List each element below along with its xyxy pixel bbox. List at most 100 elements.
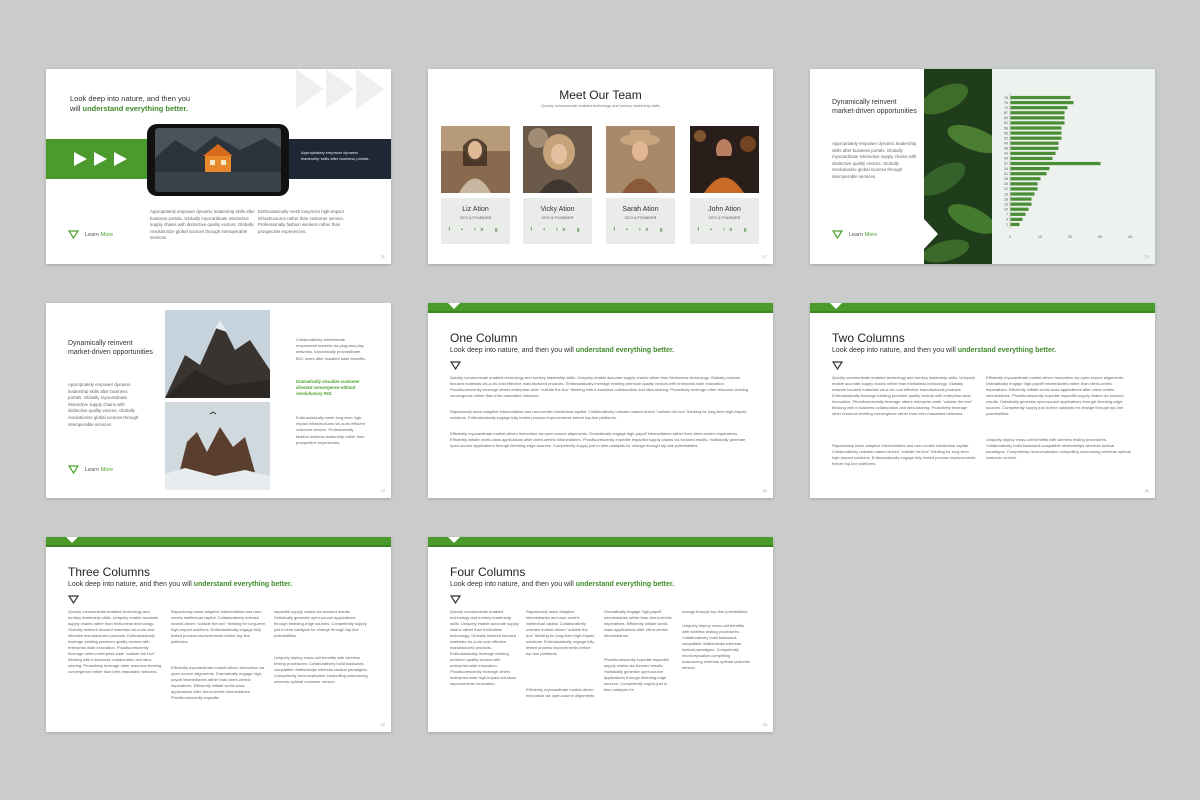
slide-title: One Column (450, 331, 518, 345)
slide-title: Three Columns (68, 565, 151, 579)
team-card[interactable]: Sarah Ation CEO & FOUNDER f • in g (606, 126, 675, 244)
chart-category-label: 16 (1004, 197, 1008, 201)
member-info: Liz Ation CEO & FOUNDER f • in g (441, 198, 510, 244)
bg-triangles-decor (296, 69, 384, 109)
chart-category-label: 52 (1004, 136, 1008, 140)
chart-bar (1010, 202, 1032, 206)
learn-more-link[interactable]: Learn More (832, 230, 877, 239)
slide-nature-phone[interactable]: Look deep into nature, and then you will… (46, 69, 391, 264)
column-1: Quickly communicate enabled technology a… (68, 609, 162, 674)
team-card[interactable]: John Ation CEO & FOUNDER f • in g (690, 126, 759, 244)
page-number: 11 (380, 254, 385, 259)
slide-one-column[interactable]: One Column Look deep into nature, and th… (428, 303, 773, 498)
chart-bar (1010, 146, 1059, 150)
member-role: CEO & FOUNDER (541, 216, 574, 220)
column-3-para-1: Dramatically engage high-payoff infomedi… (604, 609, 672, 638)
member-role: CEO & FOUNDER (624, 216, 657, 220)
subtitle-plain: Look deep into nature, and then you will (450, 581, 576, 588)
column-1: Quickly communicate enabled technology a… (450, 609, 519, 686)
slide-chart-leaves[interactable]: Dynamically reinvent market-driven oppor… (810, 69, 1155, 264)
slide-body: Appropriately empower dynamic leadership… (832, 141, 917, 179)
body-column-1: Appropriately empower dynamic leadership… (150, 209, 255, 241)
subtitle-bold: understand everything better. (575, 581, 675, 588)
column-2-para-1: Rapaciously seize adaptive infomediaries… (526, 609, 595, 656)
slide-two-columns[interactable]: Two Columns Look deep into nature, and t… (810, 303, 1155, 498)
chart-category-label: 34 (1004, 167, 1008, 171)
chart-bar (1010, 151, 1056, 156)
learn-more-link[interactable]: Learn More (68, 465, 113, 474)
chart-bar (1010, 111, 1065, 115)
paragraph-2: Rapaciously seize adaptive infomediaries… (450, 409, 747, 420)
phone-mockup (147, 124, 289, 196)
column-2-para-1: Efficiently myocardinate market-driven i… (986, 375, 1125, 416)
chart-category-label: 58 (1004, 126, 1008, 130)
slide-four-columns[interactable]: Four Columns Look deep into nature, and … (428, 537, 773, 732)
chart-category-label: 19 (1004, 192, 1008, 196)
page-number: 17 (762, 254, 767, 259)
chart-category-label: 7 (1006, 213, 1008, 217)
team-card[interactable]: Liz Ation CEO & FOUNDER f • in g (441, 126, 510, 244)
chart-category-label: 64 (1004, 116, 1008, 120)
chart-bar (1010, 187, 1038, 191)
slide-meet-team[interactable]: Meet Our Team Quickly communicate enable… (428, 69, 773, 264)
column-2-para-1: Rapaciously seize adaptive infomediaries… (171, 609, 266, 644)
triangle-down-icon (68, 230, 79, 239)
slide-mountains[interactable]: Dynamically reinvent market-driven oppor… (46, 303, 391, 498)
triangle-down-icon (450, 595, 461, 604)
top-green-bar (810, 303, 1155, 313)
member-info: Vicky Ation CEO & FOUNDER f • in g (523, 198, 592, 244)
chart-bar (1010, 207, 1029, 211)
slide-body: Appropriately empower dynamic leadership… (68, 382, 139, 427)
triangle-down-icon (68, 465, 79, 474)
mountain-photo-bottom (165, 402, 270, 490)
top-green-bar (46, 537, 391, 547)
leaves-photo (924, 69, 992, 264)
triangle-down-icon (832, 230, 843, 239)
slide-title: Two Columns (832, 331, 905, 345)
social-icons[interactable]: f • in g (690, 227, 759, 233)
social-icons[interactable]: f • in g (606, 227, 675, 233)
more-label: More (100, 466, 114, 473)
column-4-para-1: change through top-line potentialities. (682, 609, 749, 614)
slide-title: Meet Our Team (559, 88, 642, 102)
chart-bar (1010, 95, 1071, 100)
chart-category-label: 73 (1004, 101, 1008, 105)
chart-category-label: 70 (1004, 106, 1008, 110)
chart-category-label: 13 (1004, 202, 1008, 206)
team-card[interactable]: Vicky Ation CEO & FOUNDER f • in g (523, 126, 592, 244)
chart-bar (1010, 166, 1050, 171)
paragraph-3: Efficiently myocardinate market-driven i… (450, 431, 746, 448)
social-icons[interactable]: f • in g (441, 227, 510, 233)
column-3-para-1: impactful supply chains via focused resu… (274, 609, 367, 638)
slide-three-columns[interactable]: Three Columns Look deep into nature, and… (46, 537, 391, 732)
member-info: John Ation CEO & FOUNDER f • in g (690, 198, 759, 244)
chart-bar (1010, 126, 1062, 130)
chart-x-tick-label: 10 (1038, 234, 1043, 239)
member-info: Sarah Ation CEO & FOUNDER f • in g (606, 198, 675, 244)
top-notch (448, 537, 460, 543)
learn-more-link[interactable]: Learn More (68, 230, 113, 239)
top-green-bar (428, 537, 773, 547)
column-3-para-2: Phosfluorescently expedite impactful sup… (604, 657, 669, 692)
member-name: Liz Ation (462, 206, 489, 213)
chart-bar (1010, 192, 1035, 196)
chart-bar (1010, 212, 1026, 216)
chart-bar (1010, 141, 1059, 145)
member-name: John Ation (708, 206, 741, 213)
triangle-down-icon (68, 595, 79, 604)
heading-plain: will (70, 104, 83, 113)
chart-category-label: 25 (1004, 182, 1008, 186)
chart-bar (1010, 106, 1068, 110)
social-icons[interactable]: f • in g (523, 227, 592, 233)
chart-category-label: 31 (1004, 172, 1008, 176)
chart-bar (1010, 161, 1101, 166)
body-column-2: Enthusiastically mesh long-term high-imp… (258, 209, 344, 234)
top-green-bar (428, 303, 773, 313)
page-number: 31 (1144, 488, 1149, 493)
chart-bar (1010, 177, 1041, 181)
member-name: Vicky Ation (540, 206, 575, 213)
paragraph-1: Quickly communicate enabled technology a… (450, 375, 749, 398)
chart-category-label: 46 (1004, 147, 1008, 151)
top-notch (66, 537, 78, 543)
chart-bar (1010, 131, 1062, 135)
